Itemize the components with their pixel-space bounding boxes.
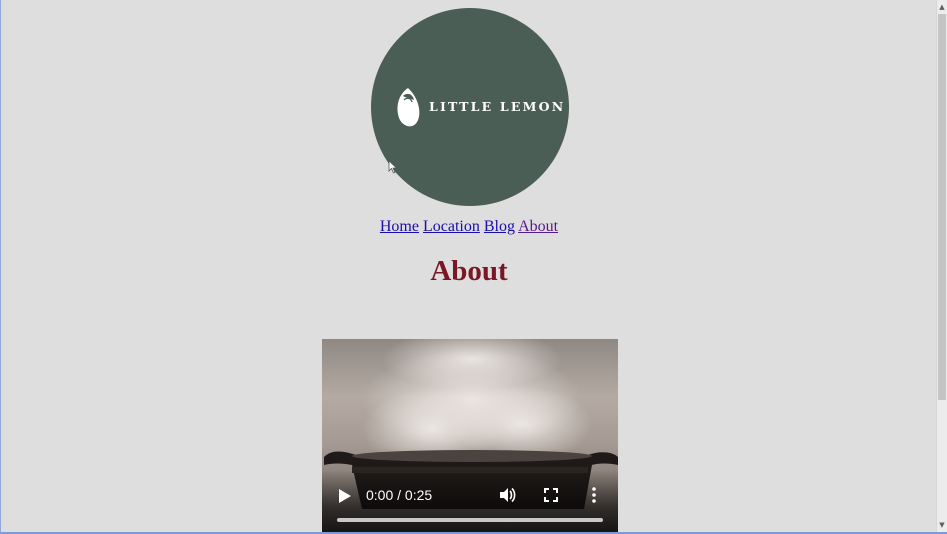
scrollbar-thumb[interactable] bbox=[938, 14, 946, 400]
scroll-up-arrow-icon[interactable]: ▲ bbox=[938, 2, 946, 12]
browser-viewport: LITTLE LEMON Home Location Blog About Ab… bbox=[0, 0, 947, 534]
video-controls: 0:00 / 0:25 bbox=[322, 470, 618, 532]
nav-link-about[interactable]: About bbox=[518, 218, 558, 235]
nav-link-home[interactable]: Home bbox=[380, 218, 419, 235]
volume-icon[interactable] bbox=[498, 486, 516, 504]
play-icon[interactable] bbox=[338, 488, 352, 504]
little-lemon-logo: LITTLE LEMON bbox=[371, 8, 569, 206]
nav-link-location[interactable]: Location bbox=[423, 218, 480, 235]
logo-wordmark: LITTLE LEMON bbox=[429, 99, 566, 114]
video-player[interactable]: 0:00 / 0:25 bbox=[322, 339, 618, 532]
page-title: About bbox=[430, 255, 508, 287]
mouse-cursor-icon bbox=[388, 160, 398, 174]
lemon-icon bbox=[397, 88, 420, 127]
video-time: 0:00 / 0:25 bbox=[366, 487, 433, 503]
page: LITTLE LEMON Home Location Blog About Ab… bbox=[1, 0, 937, 532]
nav-link-blog[interactable]: Blog bbox=[484, 218, 515, 235]
more-options-icon[interactable] bbox=[590, 486, 598, 504]
fullscreen-icon[interactable] bbox=[543, 487, 559, 503]
main-nav: Home Location Blog About bbox=[1, 218, 937, 236]
vertical-scrollbar[interactable]: ▲ ▼ bbox=[936, 0, 947, 532]
video-progress-bar[interactable] bbox=[337, 518, 603, 522]
scroll-down-arrow-icon[interactable]: ▼ bbox=[938, 520, 946, 530]
